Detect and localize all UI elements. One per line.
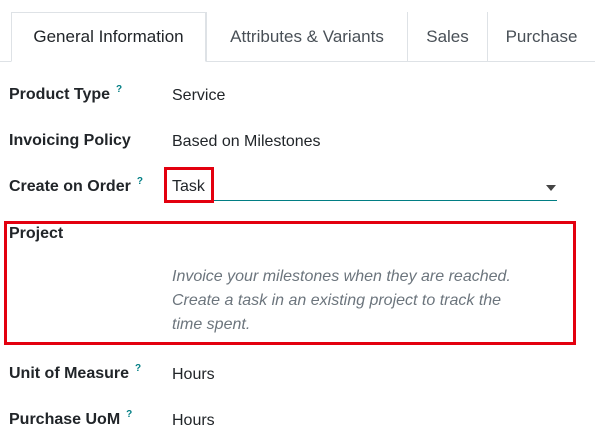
product-type-label-text: Product Type [9,86,111,103]
help-tooltip-icon[interactable]: ? [137,176,143,187]
invoicing-policy-value[interactable]: Based on Milestones [172,133,321,151]
chevron-down-icon[interactable] [546,185,556,191]
create-on-order-label: Create on Order? [9,176,143,196]
tab-general-information[interactable]: General Information [11,12,206,62]
help-tooltip-icon[interactable]: ? [126,409,132,420]
tab-sales[interactable]: Sales [407,12,487,62]
help-tooltip-icon[interactable]: ? [116,84,122,95]
purchase-uom-label: Purchase UoM? [9,409,132,429]
purchase-uom-label-text: Purchase UoM [9,411,121,428]
notebook-tabs: General Information Attributes & Variant… [0,0,595,62]
highlight-box-project [4,221,576,345]
purchase-uom-value[interactable]: Hours [172,412,215,430]
unit-of-measure-value[interactable]: Hours [172,366,215,384]
product-type-value[interactable]: Service [172,87,225,105]
create-on-order-label-text: Create on Order [9,178,131,195]
select-underline [165,200,557,201]
unit-of-measure-label: Unit of Measure? [9,363,141,383]
invoicing-policy-label: Invoicing Policy [9,132,131,149]
tab-purchase[interactable]: Purchase [487,12,595,62]
tab-attributes-variants[interactable]: Attributes & Variants [206,12,407,62]
highlight-box-task [164,167,214,203]
help-tooltip-icon[interactable]: ? [135,363,141,374]
product-type-label: Product Type? [9,84,122,104]
unit-of-measure-label-text: Unit of Measure [9,365,130,382]
